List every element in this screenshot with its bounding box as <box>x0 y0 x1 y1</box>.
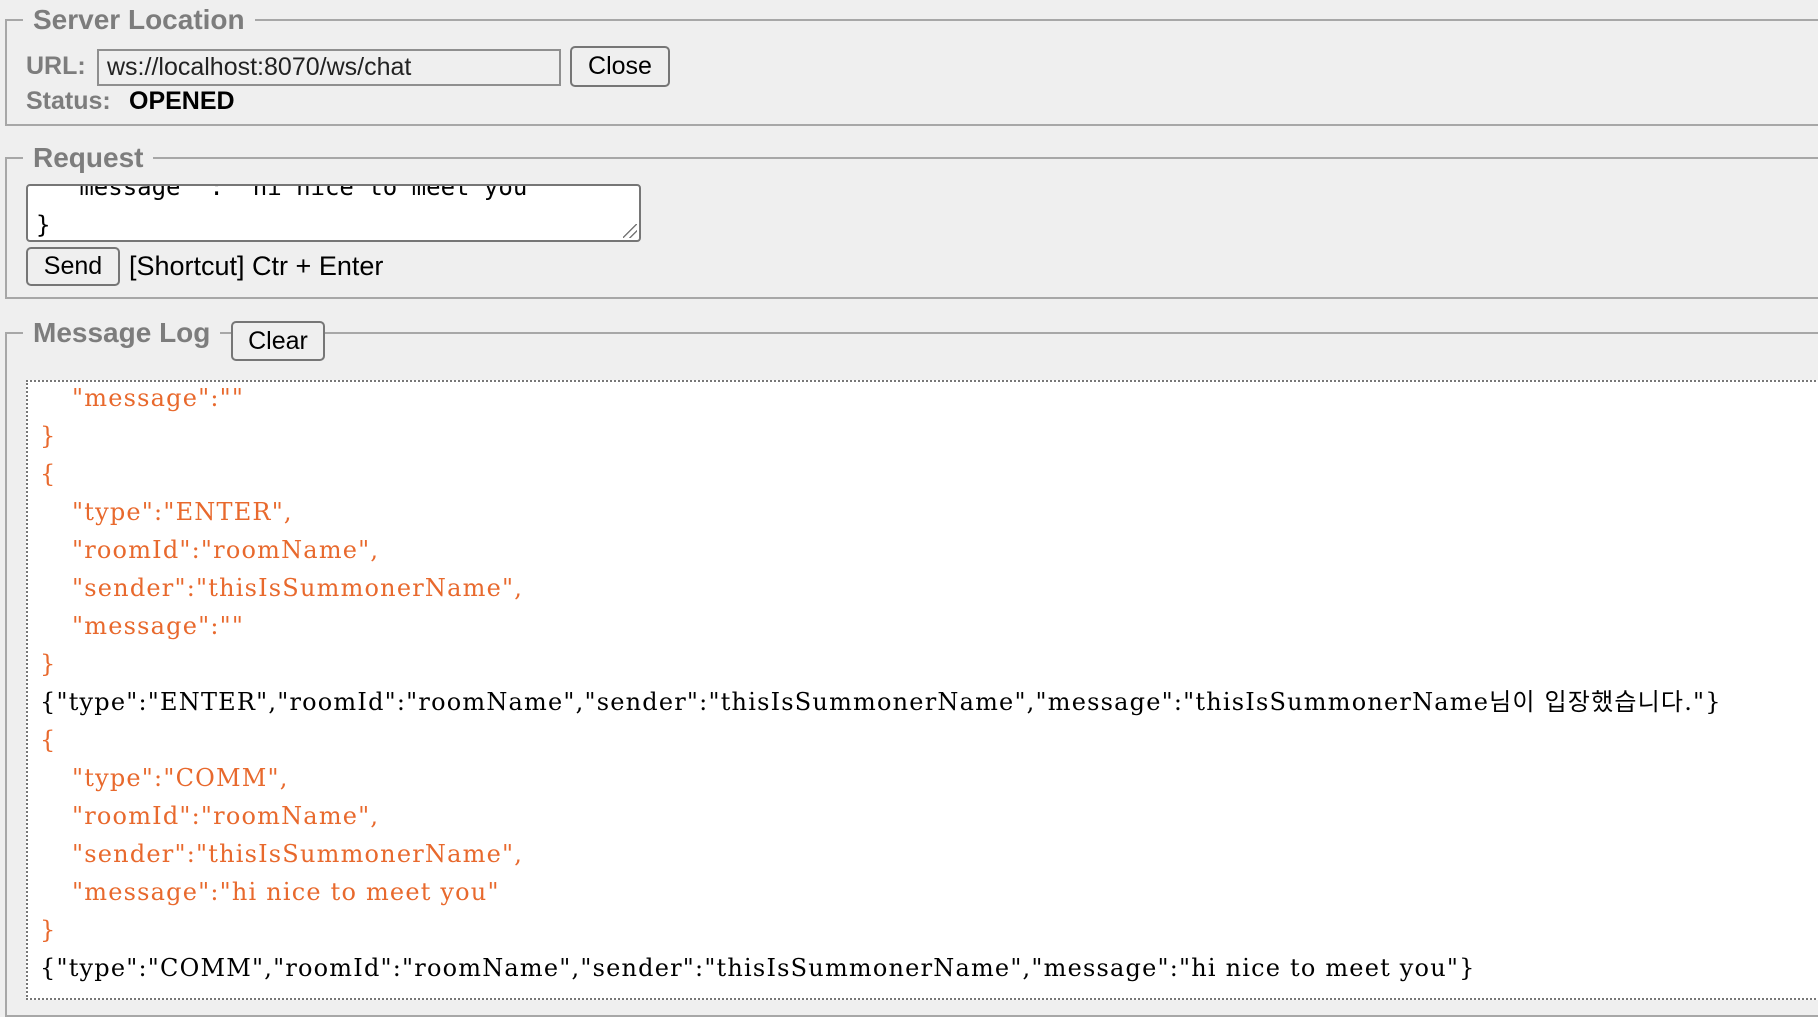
log-line-sent: { <box>40 460 57 488</box>
log-line-sent: "type":"ENTER", <box>72 498 293 526</box>
send-button[interactable]: Send <box>26 247 120 286</box>
close-button[interactable]: Close <box>570 46 670 87</box>
log-line-sent: } <box>40 650 57 678</box>
log-line-sent: { <box>40 726 57 754</box>
request-textarea-line: "message" : "hi nice to meet you" <box>36 184 542 201</box>
url-input[interactable] <box>97 49 561 86</box>
message-log-legend: Message Log <box>23 317 220 349</box>
request-legend: Request <box>33 142 144 173</box>
message-log-title: Message Log <box>33 317 211 348</box>
log-line-sent: "message":"" <box>72 384 245 412</box>
log-line-received: {"type":"COMM","roomId":"roomName","send… <box>40 954 1476 982</box>
log-line-sent: } <box>40 422 57 450</box>
server-location-legend: Server Location <box>33 4 245 35</box>
log-line-sent: "sender":"thisIsSummonerName", <box>72 574 524 602</box>
request-textarea-line: } <box>36 211 51 239</box>
log-line-sent: "message":"hi nice to meet you" <box>72 878 500 906</box>
request-textarea[interactable]: "message" : "hi nice to meet you" } <box>26 184 641 242</box>
message-log-output[interactable]: "message":""}{"type":"ENTER", "roomId":"r… <box>26 380 1818 1000</box>
url-label: URL: <box>26 52 86 80</box>
log-line-sent: "roomId":"roomName", <box>72 536 380 564</box>
resize-grip-icon[interactable] <box>623 224 637 238</box>
clear-button[interactable]: Clear <box>231 321 325 361</box>
status-label: Status: <box>26 87 111 115</box>
log-line-sent: "message":"" <box>72 612 245 640</box>
log-line-sent: "sender":"thisIsSummonerName", <box>72 840 524 868</box>
log-line-sent: "type":"COMM", <box>72 764 289 792</box>
log-line-sent: "roomId":"roomName", <box>72 802 380 830</box>
log-line-sent: } <box>40 916 57 944</box>
status-value: OPENED <box>129 87 235 115</box>
shortcut-hint: [Shortcut] Ctr + Enter <box>129 251 384 281</box>
log-line-received: {"type":"ENTER","roomId":"roomName","sen… <box>40 688 1722 716</box>
